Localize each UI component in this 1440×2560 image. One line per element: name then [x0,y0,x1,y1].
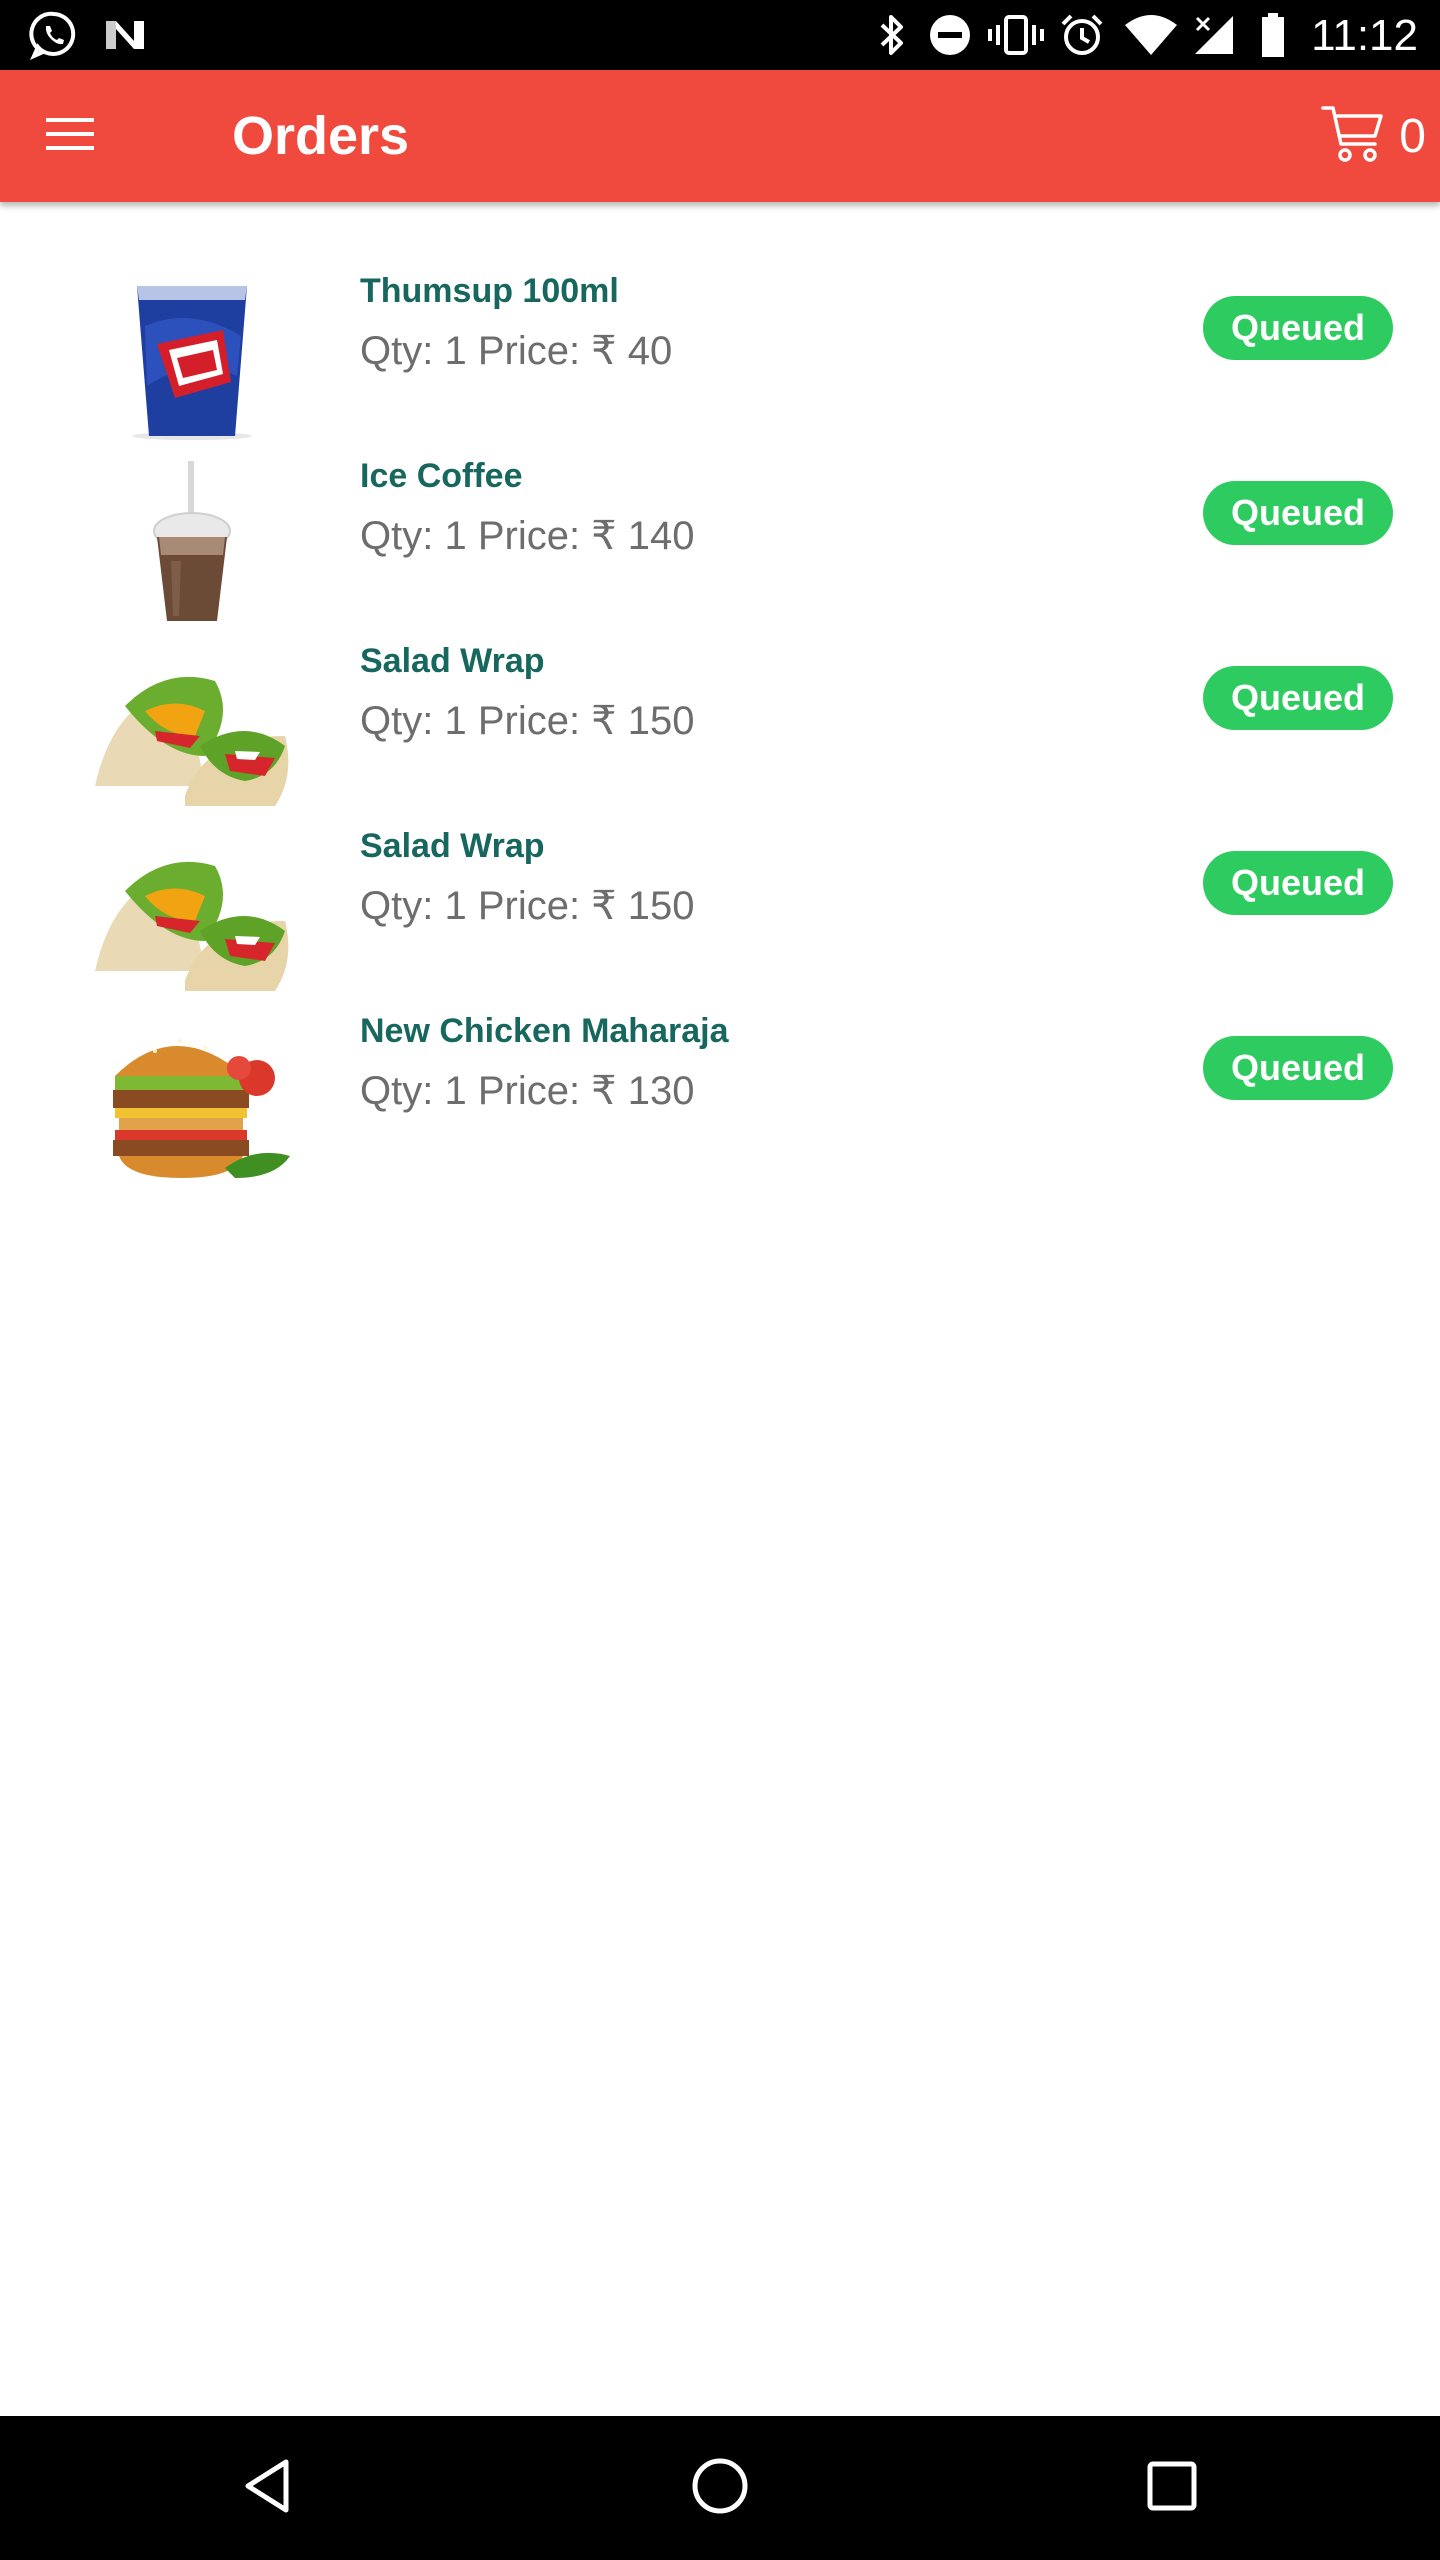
item-detail: Qty: 1 Price: ₹ 150 [360,699,695,743]
status-bar: 11:12 [0,0,1440,70]
order-row[interactable]: Ice Coffee Qty: 1 Price: ₹ 140 Queued [0,447,1440,632]
status-badge: Queued [1203,481,1393,545]
recents-button[interactable] [1122,2438,1222,2538]
recents-icon [1142,2456,1202,2521]
item-detail: Qty: 1 Price: ₹ 150 [360,884,695,928]
item-detail: Qty: 1 Price: ₹ 40 [360,329,673,373]
thumsup-cup-image [85,266,300,441]
status-badge: Queued [1203,296,1393,360]
back-icon [238,2456,298,2521]
item-name: Salad Wrap [360,642,545,680]
item-detail: Qty: 1 Price: ₹ 130 [360,1069,695,1113]
menu-button[interactable] [30,100,110,172]
salad-wrap-image [85,636,300,811]
item-name: Ice Coffee [360,457,523,495]
hamburger-menu-icon [46,116,94,157]
item-name: Salad Wrap [360,827,545,865]
item-name: Thumsup 100ml [360,272,619,310]
ice-coffee-image [85,451,300,626]
shopping-cart-icon [1321,104,1385,169]
app-bar: Orders 0 [0,70,1440,202]
status-badge: Queued [1203,851,1393,915]
status-badge: Queued [1203,1036,1393,1100]
order-row[interactable]: Salad Wrap Qty: 1 Price: ₹ 150 Queued [0,632,1440,817]
cell-signal-off-icon [1192,10,1236,60]
order-row[interactable]: Thumsup 100ml Qty: 1 Price: ₹ 40 Queued [0,262,1440,447]
do-not-disturb-icon [926,10,974,60]
cart-button[interactable]: 0 [1321,96,1426,176]
cart-count: 0 [1399,109,1426,163]
chicken-burger-image [85,1006,300,1181]
order-row[interactable]: New Chicken Maharaja Qty: 1 Price: ₹ 130… [0,1002,1440,1187]
home-icon [690,2456,750,2521]
item-detail: Qty: 1 Price: ₹ 140 [360,514,695,558]
vibrate-icon [986,10,1046,60]
notification-n-icon [100,10,150,60]
home-button[interactable] [670,2438,770,2538]
navigation-bar [0,2416,1440,2560]
salad-wrap-image [85,821,300,996]
alarm-icon [1058,10,1106,60]
status-time: 11:12 [1311,11,1418,60]
status-badge: Queued [1203,666,1393,730]
battery-icon [1258,10,1288,60]
back-button[interactable] [218,2438,318,2538]
order-row[interactable]: Salad Wrap Qty: 1 Price: ₹ 150 Queued [0,817,1440,1002]
whatsapp-icon [26,10,82,60]
wifi-icon [1122,10,1180,60]
bluetooth-icon [874,10,910,60]
order-list: Thumsup 100ml Qty: 1 Price: ₹ 40 Queued … [0,202,1440,1187]
page-title: Orders [232,106,410,166]
item-name: New Chicken Maharaja [360,1012,729,1050]
